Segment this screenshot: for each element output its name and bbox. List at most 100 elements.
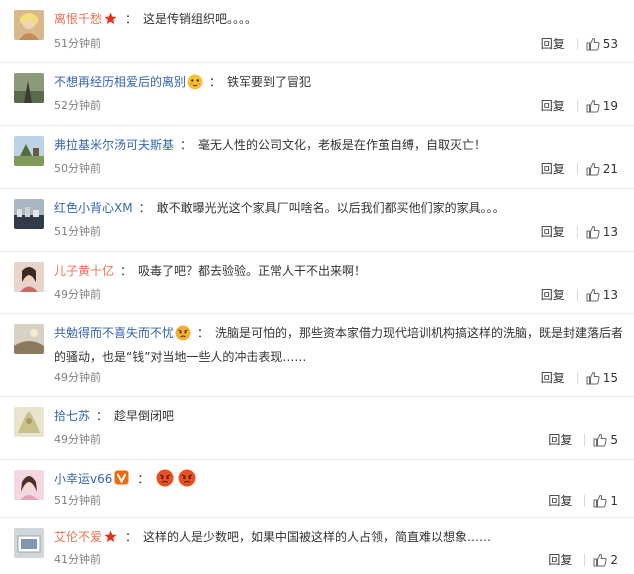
- comment-actions: 回复 1: [548, 494, 618, 508]
- username-link[interactable]: 不想再经历相爱后的离别: [54, 75, 186, 89]
- comment-item: 弗拉基米尔汤可夫斯基 ： 毫无人性的公司文化，老板是在作茧自缚，自取灭亡！ 50分钟…: [0, 126, 634, 189]
- avatar[interactable]: [14, 528, 44, 558]
- divider: [576, 100, 578, 112]
- timestamp: 51分钟前: [54, 494, 101, 507]
- divider: [576, 38, 578, 50]
- username-link[interactable]: 红色小背心XM: [54, 201, 133, 215]
- avatar[interactable]: [14, 262, 44, 292]
- like-button[interactable]: 13: [586, 288, 618, 302]
- star-badge-icon: [104, 12, 117, 25]
- like-button[interactable]: 5: [593, 433, 618, 447]
- colon: ：: [120, 264, 133, 278]
- comment-content: 弗拉基米尔汤可夫斯基 ： 毫无人性的公司文化，老板是在作茧自缚，自取灭亡！: [54, 135, 624, 155]
- reply-button[interactable]: 回复: [541, 37, 565, 51]
- like-button[interactable]: 2: [593, 553, 618, 567]
- avatar[interactable]: [14, 324, 44, 354]
- comment-content: 儿子黄十亿 ： 吸毒了吧？都去验验。正常人干不出来啊！: [54, 261, 624, 281]
- vip-badge-icon: [114, 470, 129, 485]
- timestamp: 50分钟前: [54, 162, 101, 175]
- username-link[interactable]: 小幸运v66: [54, 472, 112, 486]
- comment-actions: 回复 5: [548, 433, 618, 447]
- thumbs-up-icon: [586, 288, 600, 302]
- reply-button[interactable]: 回复: [541, 225, 565, 239]
- reply-button[interactable]: 回复: [548, 494, 572, 508]
- username-link[interactable]: 弗拉基米尔汤可夫斯基: [54, 138, 174, 152]
- comment-content: 小幸运v66 ：: [54, 469, 624, 493]
- thumbs-up-icon: [593, 494, 607, 508]
- divider: [584, 434, 586, 446]
- comment-actions: 回复 21: [541, 162, 618, 176]
- avatar[interactable]: [14, 10, 44, 40]
- reply-button[interactable]: 回复: [548, 433, 572, 447]
- comment-item: 拾七苏 ： 趁早倒闭吧 49分钟前 回复 5: [0, 397, 634, 460]
- comment-actions: 回复 13: [541, 288, 618, 302]
- thumbs-up-icon: [593, 433, 607, 447]
- colon: ：: [137, 472, 150, 486]
- like-button[interactable]: 15: [586, 371, 618, 385]
- reply-button[interactable]: 回复: [541, 99, 565, 113]
- reply-button[interactable]: 回复: [548, 553, 572, 567]
- like-count: 1: [610, 494, 618, 508]
- like-button[interactable]: 21: [586, 162, 618, 176]
- divider: [576, 289, 578, 301]
- like-count: 53: [602, 37, 618, 51]
- like-count: 13: [602, 288, 618, 302]
- username-link[interactable]: 艾伦不爱: [54, 530, 102, 544]
- colon: ：: [180, 138, 193, 152]
- username-link[interactable]: 离恨千愁: [54, 12, 102, 26]
- like-button[interactable]: 19: [586, 99, 618, 113]
- avatar[interactable]: [14, 73, 44, 103]
- timestamp: 52分钟前: [54, 99, 101, 112]
- like-count: 15: [602, 371, 618, 385]
- comment-content: 不想再经历相爱后的离别 ： 铁军要到了冒犯: [54, 72, 624, 96]
- avatar[interactable]: [14, 407, 44, 437]
- comment-actions: 回复 53: [541, 37, 618, 51]
- like-button[interactable]: 53: [586, 37, 618, 51]
- reply-button[interactable]: 回复: [541, 162, 565, 176]
- like-button[interactable]: 13: [586, 225, 618, 239]
- thumbs-up-icon: [586, 162, 600, 176]
- thumbs-up-icon: [586, 225, 600, 239]
- comment-text: 敢不敢曝光光这个家具厂叫啥名。以后我们都买他们家的家具。。。: [156, 201, 505, 215]
- colon: ：: [125, 12, 138, 26]
- timestamp: 49分钟前: [54, 433, 101, 446]
- divider: [584, 554, 586, 566]
- comment-item: 红色小背心XM ： 敢不敢曝光光这个家具厂叫啥名。以后我们都买他们家的家具。。。 5…: [0, 189, 634, 252]
- avatar[interactable]: [14, 470, 44, 500]
- comment-list: 离恨千愁 ： 这是传销组织吧。。。。 51分钟前 回复 53 不想再经历相爱后的离别…: [0, 0, 634, 574]
- comment-content: 拾七苏 ： 趁早倒闭吧: [54, 406, 624, 426]
- comment-item: 离恨千愁 ： 这是传销组织吧。。。。 51分钟前 回复 53: [0, 0, 634, 63]
- comment-content: 共勉得而不喜失而不忧：洗脑是可怕的，那些资本家借力现代培训机构搞这样的洗脑，既是…: [54, 323, 624, 367]
- like-count: 2: [610, 553, 618, 567]
- divider: [576, 226, 578, 238]
- avatar[interactable]: [14, 136, 44, 166]
- comment-text: 这是传销组织吧。。。。: [143, 12, 258, 26]
- comment-item: 小幸运v66 ： 51分钟前 回复 1: [0, 460, 634, 518]
- username-link[interactable]: 拾七苏: [54, 409, 90, 423]
- comment-item: 不想再经历相爱后的离别 ： 铁军要到了冒犯 52分钟前 回复 19: [0, 63, 634, 126]
- comment-item: 儿子黄十亿 ： 吸毒了吧？都去验验。正常人干不出来啊！ 49分钟前 回复 13: [0, 252, 634, 314]
- comment-text: 毫无人性的公司文化，老板是在作茧自缚，自取灭亡！: [198, 138, 487, 152]
- like-button[interactable]: 1: [593, 494, 618, 508]
- username-link[interactable]: 儿子黄十亿: [54, 264, 114, 278]
- comment-content: 艾伦不爱 ： 这样的人是少数吧，如果中国被这样的人占领，简直难以想象……: [54, 527, 624, 547]
- like-count: 21: [602, 162, 618, 176]
- thumbs-up-icon: [586, 99, 600, 113]
- thumbs-up-icon: [593, 553, 607, 567]
- comment-content: 红色小背心XM ： 敢不敢曝光光这个家具厂叫啥名。以后我们都买他们家的家具。。。: [54, 198, 624, 218]
- colon: ：: [197, 326, 210, 340]
- colon: ：: [138, 201, 151, 215]
- reply-button[interactable]: 回复: [541, 288, 565, 302]
- star-badge-icon: [104, 530, 117, 543]
- comment-text: 趁早倒闭吧: [114, 409, 175, 423]
- comment-text: 吸毒了吧？都去验验。正常人干不出来啊！: [138, 264, 367, 278]
- avatar[interactable]: [14, 199, 44, 229]
- username-link[interactable]: 共勉得而不喜失而不忧: [54, 326, 174, 340]
- reply-button[interactable]: 回复: [541, 371, 565, 385]
- comment-item: 共勉得而不喜失而不忧：洗脑是可怕的，那些资本家借力现代培训机构搞这样的洗脑，既是…: [0, 314, 634, 397]
- divider: [584, 495, 586, 507]
- comment-content: 离恨千愁 ： 这是传销组织吧。。。。: [54, 9, 624, 29]
- comment-item: 艾伦不爱 ： 这样的人是少数吧，如果中国被这样的人占领，简直难以想象…… 41分钟前…: [0, 518, 634, 574]
- like-count: 5: [610, 433, 618, 447]
- timestamp: 51分钟前: [54, 37, 101, 50]
